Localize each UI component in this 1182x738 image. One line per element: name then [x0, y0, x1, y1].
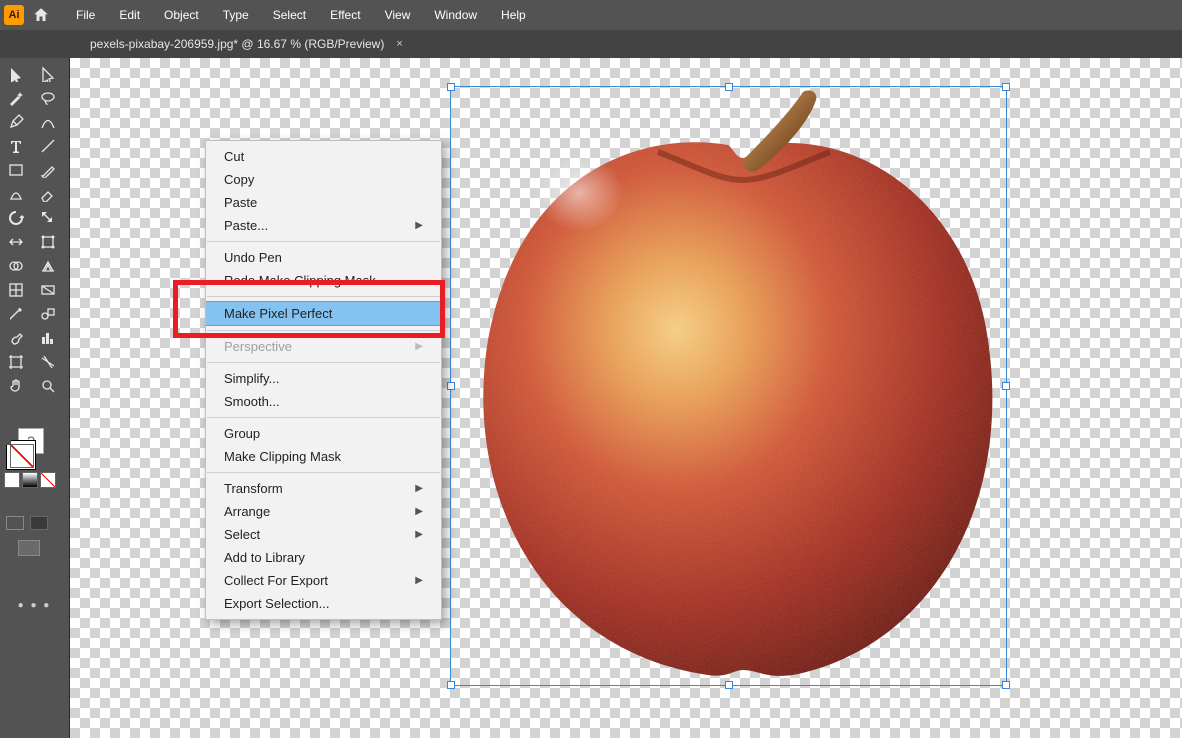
menu-separator [207, 241, 440, 242]
drawing-mode-icon[interactable] [18, 540, 40, 556]
menu-separator [207, 296, 440, 297]
canvas[interactable]: Cut Copy Paste Paste...▶ Undo Pen Redo M… [70, 58, 1182, 738]
ctx-paste-submenu[interactable]: Paste...▶ [206, 214, 441, 237]
document-tab[interactable]: pexels-pixabay-206959.jpg* @ 16.67 % (RG… [80, 33, 413, 55]
tool-shaper[interactable] [0, 182, 32, 206]
menu-separator [207, 362, 440, 363]
ctx-select[interactable]: Select▶ [206, 523, 441, 546]
chevron-right-icon: ▶ [415, 526, 423, 543]
tool-slice[interactable] [32, 350, 64, 374]
tool-paintbrush[interactable] [32, 158, 64, 182]
tool-lasso[interactable] [32, 86, 64, 110]
chevron-right-icon: ▶ [415, 480, 423, 497]
tool-free-transform[interactable] [32, 230, 64, 254]
context-menu: Cut Copy Paste Paste...▶ Undo Pen Redo M… [205, 140, 442, 620]
ctx-make-pixel-perfect[interactable]: Make Pixel Perfect [206, 301, 441, 326]
selection-bounding-box[interactable] [450, 86, 1007, 686]
tool-line[interactable] [32, 134, 64, 158]
tool-curvature-pen[interactable] [32, 110, 64, 134]
tool-type[interactable] [0, 134, 32, 158]
menu-effect[interactable]: Effect [318, 2, 372, 28]
menu-help[interactable]: Help [489, 2, 538, 28]
tool-perspective-grid[interactable] [32, 254, 64, 278]
resize-handle-bl[interactable] [447, 681, 455, 689]
tool-direct-selection[interactable] [32, 62, 64, 86]
tool-rectangle[interactable] [0, 158, 32, 182]
tool-pen[interactable] [0, 110, 32, 134]
color-mode-swatch[interactable] [4, 472, 20, 488]
ctx-transform[interactable]: Transform▶ [206, 477, 441, 500]
tool-width[interactable] [0, 230, 32, 254]
document-tabbar: pexels-pixabay-206959.jpg* @ 16.67 % (RG… [0, 30, 1182, 58]
resize-handle-ml[interactable] [447, 382, 455, 390]
resize-handle-tl[interactable] [447, 83, 455, 91]
resize-handle-tm[interactable] [725, 83, 733, 91]
menu-select[interactable]: Select [261, 2, 318, 28]
resize-handle-br[interactable] [1002, 681, 1010, 689]
chevron-right-icon: ▶ [415, 572, 423, 589]
home-icon[interactable] [32, 6, 50, 24]
tool-scale[interactable] [32, 206, 64, 230]
close-icon[interactable]: × [396, 38, 402, 50]
screen-mode-icon[interactable] [6, 516, 24, 530]
tool-mesh[interactable] [0, 278, 32, 302]
tool-artboard[interactable] [0, 350, 32, 374]
ctx-cut[interactable]: Cut [206, 145, 441, 168]
none-mode-swatch[interactable] [40, 472, 56, 488]
resize-handle-tr[interactable] [1002, 83, 1010, 91]
ctx-smooth[interactable]: Smooth... [206, 390, 441, 413]
app-logo: Ai [4, 5, 24, 25]
tool-hand[interactable] [0, 374, 32, 398]
tool-rotate[interactable] [0, 206, 32, 230]
tool-zoom[interactable] [32, 374, 64, 398]
ctx-arrange[interactable]: Arrange▶ [206, 500, 441, 523]
ctx-group[interactable]: Group [206, 422, 441, 445]
document-tab-title: pexels-pixabay-206959.jpg* @ 16.67 % (RG… [90, 37, 384, 51]
ctx-perspective: Perspective▶ [206, 335, 441, 358]
menu-edit[interactable]: Edit [107, 2, 152, 28]
menu-type[interactable]: Type [211, 2, 261, 28]
menu-separator [207, 472, 440, 473]
tool-magic-wand[interactable] [0, 86, 32, 110]
menu-file[interactable]: File [64, 2, 107, 28]
resize-handle-bm[interactable] [725, 681, 733, 689]
application-menubar: Ai File Edit Object Type Select Effect V… [0, 0, 1182, 30]
chevron-right-icon: ▶ [415, 503, 423, 520]
menu-separator [207, 417, 440, 418]
menu-object[interactable]: Object [152, 2, 211, 28]
ctx-undo[interactable]: Undo Pen [206, 246, 441, 269]
edit-toolbar-icon[interactable]: ● ● ● [0, 600, 69, 611]
ctx-paste[interactable]: Paste [206, 191, 441, 214]
stroke-swatch[interactable] [6, 440, 36, 470]
tool-eyedropper[interactable] [0, 302, 32, 326]
ctx-redo[interactable]: Redo Make Clipping Mask [206, 269, 441, 292]
chevron-right-icon: ▶ [415, 217, 423, 234]
tool-blend[interactable] [32, 302, 64, 326]
tool-shape-builder[interactable] [0, 254, 32, 278]
tools-panel: ? ● ● ● [0, 58, 70, 738]
tool-gradient[interactable] [32, 278, 64, 302]
ctx-copy[interactable]: Copy [206, 168, 441, 191]
tool-selection[interactable] [0, 62, 32, 86]
screen-mode-alt-icon[interactable] [30, 516, 48, 530]
menu-window[interactable]: Window [422, 2, 489, 28]
ctx-export-selection[interactable]: Export Selection... [206, 592, 441, 615]
ctx-collect-for-export[interactable]: Collect For Export▶ [206, 569, 441, 592]
tool-column-graph[interactable] [32, 326, 64, 350]
chevron-right-icon: ▶ [415, 338, 423, 355]
ctx-add-to-library[interactable]: Add to Library [206, 546, 441, 569]
ctx-make-clipping-mask[interactable]: Make Clipping Mask [206, 445, 441, 468]
tool-symbol-sprayer[interactable] [0, 326, 32, 350]
menu-separator [207, 330, 440, 331]
menu-view[interactable]: View [373, 2, 423, 28]
gradient-mode-swatch[interactable] [22, 472, 38, 488]
ctx-simplify[interactable]: Simplify... [206, 367, 441, 390]
fill-stroke-swatches[interactable]: ? [4, 434, 56, 488]
resize-handle-mr[interactable] [1002, 382, 1010, 390]
tool-eraser[interactable] [32, 182, 64, 206]
